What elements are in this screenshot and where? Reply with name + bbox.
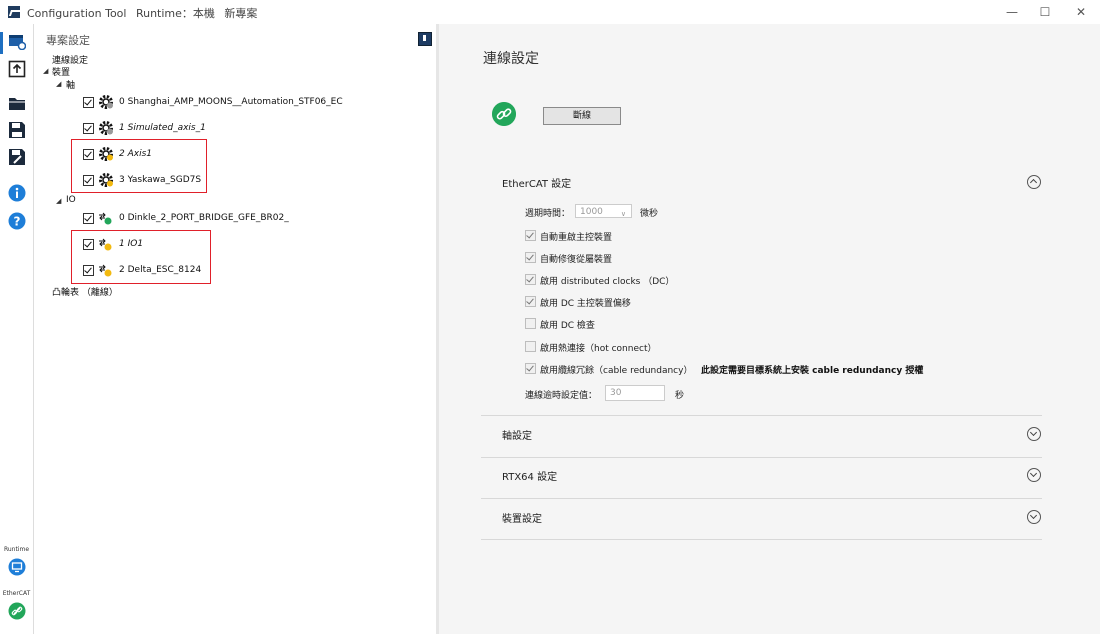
save-icon[interactable] <box>8 121 26 139</box>
minimize-button[interactable]: — <box>997 2 1027 22</box>
axis-0-label[interactable]: 0 Shanghai_AMP_MOONS__Automation_STF06_E… <box>119 97 343 107</box>
auto-repair-slave-label: 自動修復從屬裝置 <box>540 255 613 265</box>
timeout-input[interactable]: 30 <box>605 385 665 401</box>
axis-1-label[interactable]: 1 Simulated_axis_1 <box>119 123 206 133</box>
cable-redundancy-label: 啟用纜線冗餘（cable redundancy） <box>540 366 693 376</box>
section-divider <box>481 539 1042 540</box>
active-indicator <box>0 32 3 54</box>
cycle-time-unit: 微秒 <box>640 209 659 219</box>
axis-gear-icon <box>99 95 113 109</box>
cycle-time-label: 週期時間： <box>525 209 571 219</box>
ethercat-link-icon[interactable] <box>8 602 26 620</box>
help-icon[interactable]: ? <box>8 212 26 230</box>
save-as-icon[interactable] <box>8 148 26 166</box>
expand-axis-icon[interactable]: ◢ <box>56 80 61 88</box>
chevron-down-icon[interactable] <box>1027 510 1041 524</box>
io-0-label[interactable]: 0 Dinkle_2_PORT_BRIDGE_GFE_BR02_ <box>119 213 289 223</box>
io-module-icon <box>99 212 112 225</box>
timeout-label: 連線逾時設定值： <box>525 391 598 401</box>
page-title: 連線設定 <box>483 51 539 67</box>
section-divider <box>481 457 1042 458</box>
svg-text:?: ? <box>14 215 21 229</box>
tree-item-io-group[interactable]: IO <box>66 195 76 205</box>
project-label: 新專案 <box>224 7 258 20</box>
info-icon[interactable] <box>8 184 26 202</box>
open-folder-icon[interactable] <box>8 94 26 112</box>
pin-panel-button[interactable] <box>418 32 432 46</box>
runtime-caption: Runtime <box>3 546 30 553</box>
axis-gear-icon <box>99 121 113 135</box>
project-tree-panel: 專案設定 連線設定 ◢ 裝置 ◢ 軸 0 Shanghai_AMP_MOONS_… <box>34 24 436 634</box>
title-bar: Configuration Tool Runtime：本機 新專案 — ☐ ✕ <box>0 0 1100 24</box>
disconnect-button[interactable]: 斷線 <box>543 107 621 125</box>
axis-1-checkbox[interactable] <box>83 123 94 134</box>
runtime-label: Runtime：本機 <box>135 7 215 20</box>
app-logo-icon <box>8 6 20 18</box>
device-settings-title[interactable]: 裝置設定 <box>502 510 542 525</box>
chevron-down-icon[interactable] <box>1027 427 1041 441</box>
maximize-button[interactable]: ☐ <box>1030 2 1060 22</box>
expand-devices-icon[interactable]: ◢ <box>43 67 48 75</box>
chevron-up-icon[interactable] <box>1027 175 1041 189</box>
axis-0-checkbox[interactable] <box>83 97 94 108</box>
auto-restart-master-checkbox[interactable] <box>525 230 536 241</box>
chevron-down-icon[interactable] <box>1027 468 1041 482</box>
panel-title: 專案設定 <box>46 34 90 47</box>
window-title: Configuration Tool Runtime：本機 新專案 <box>27 5 263 21</box>
hot-connect-label: 啟用熱連接（hot connect） <box>540 344 657 354</box>
redundancy-license-note: 此設定需要目標系統上安裝 cable redundancy 授權 <box>701 366 924 376</box>
dc-master-shift-label: 啟用 DC 主控裝置偏移 <box>540 299 631 309</box>
enable-dc-checkbox[interactable] <box>525 274 536 285</box>
app-name: Configuration Tool <box>27 7 127 20</box>
dc-check-label: 啟用 DC 檢查 <box>540 321 595 331</box>
axis-settings-title[interactable]: 軸設定 <box>502 427 532 442</box>
section-divider <box>481 415 1042 416</box>
dc-master-shift-checkbox[interactable] <box>525 296 536 307</box>
highlight-box-io <box>71 230 211 284</box>
upload-icon[interactable] <box>8 60 26 78</box>
ethercat-section-title[interactable]: EtherCAT 設定 <box>502 175 571 190</box>
cycle-time-select[interactable]: 1000 ∨ <box>575 204 632 218</box>
auto-restart-master-label: 自動重啟主控裝置 <box>540 233 613 243</box>
enable-dc-label: 啟用 distributed clocks （DC） <box>540 277 675 287</box>
connection-link-icon <box>492 102 516 126</box>
auto-repair-slave-checkbox[interactable] <box>525 252 536 263</box>
section-divider <box>481 498 1042 499</box>
tree-item-devices[interactable]: 裝置 <box>52 65 70 78</box>
highlight-box-axes <box>71 139 207 193</box>
rtx64-settings-title[interactable]: RTX64 設定 <box>502 468 557 483</box>
tree-item-axis-group[interactable]: 軸 <box>66 78 75 91</box>
tree-item-cam-table[interactable]: 凸輪表 （離線） <box>52 285 118 298</box>
expand-io-icon[interactable]: ◢ <box>56 197 61 205</box>
dc-check-checkbox[interactable] <box>525 318 536 329</box>
close-button[interactable]: ✕ <box>1066 2 1096 22</box>
chevron-down-icon: ∨ <box>620 210 626 218</box>
runtime-monitor-icon[interactable] <box>8 558 26 576</box>
hot-connect-checkbox[interactable] <box>525 341 536 352</box>
left-toolbar: ? Runtime EtherCAT <box>0 24 34 634</box>
io-0-checkbox[interactable] <box>83 213 94 224</box>
ethercat-caption: EtherCAT <box>2 590 31 597</box>
connection-settings-panel: 連線設定 斷線 EtherCAT 設定 週期時間： 1000 ∨ 微秒 自動重啟主… <box>439 24 1100 634</box>
project-settings-icon[interactable] <box>8 32 26 50</box>
timeout-unit: 秒 <box>675 391 685 401</box>
cable-redundancy-checkbox[interactable] <box>525 363 536 374</box>
